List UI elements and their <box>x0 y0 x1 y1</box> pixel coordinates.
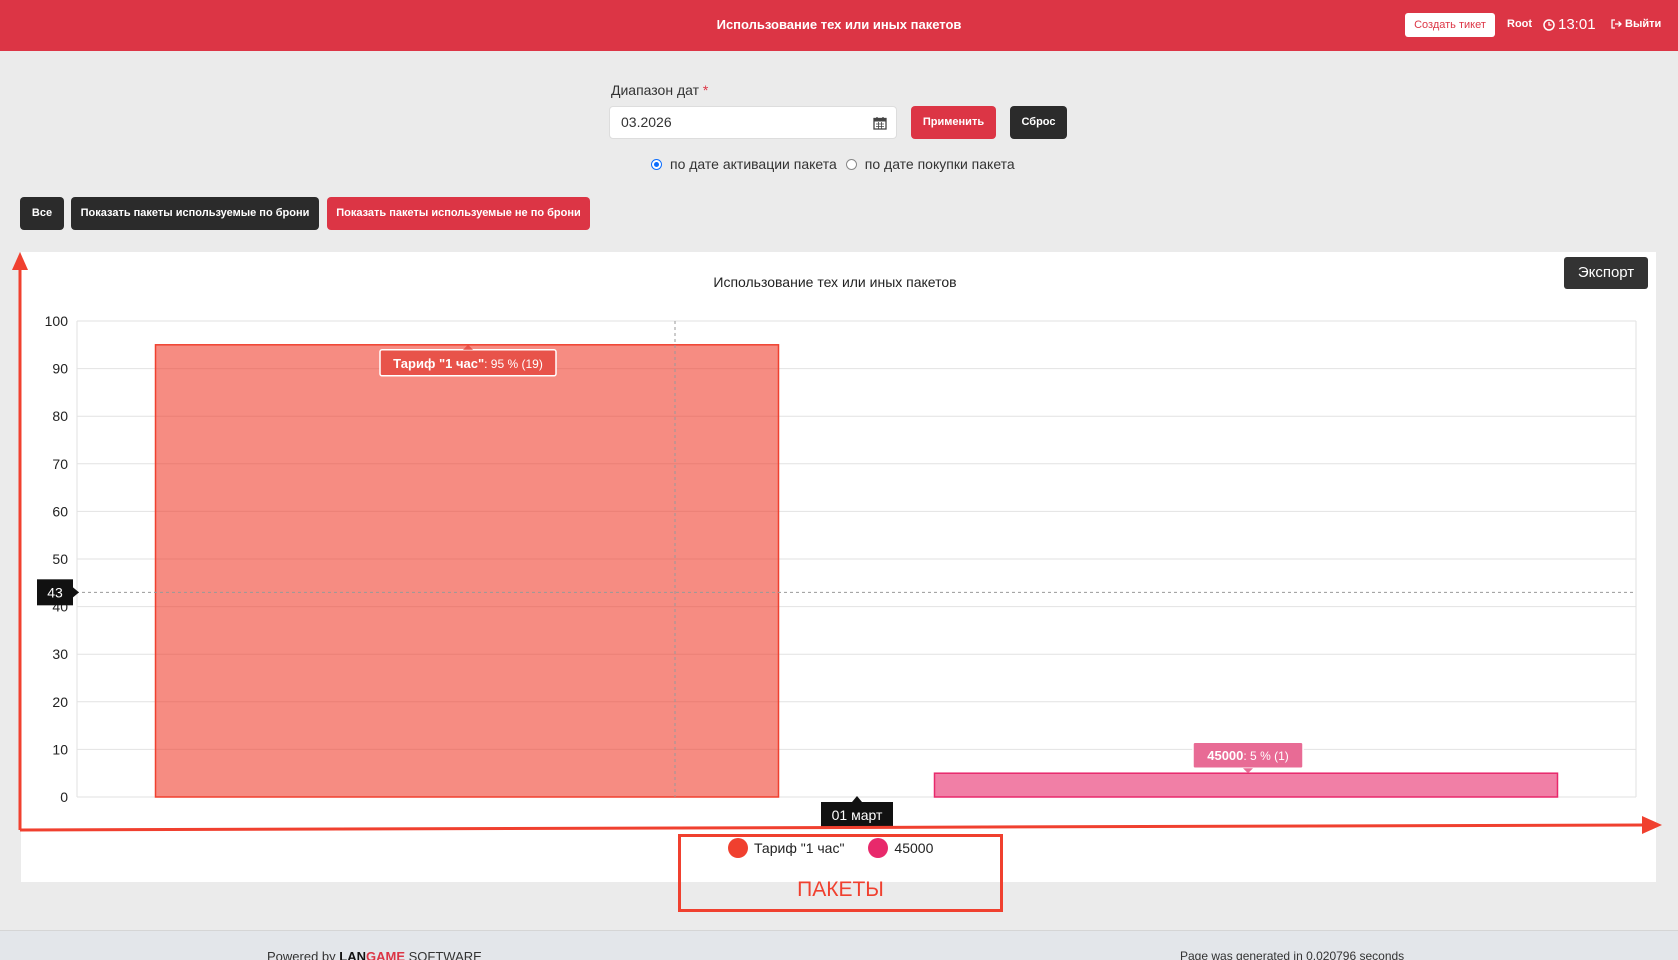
bar-0 <box>154 344 780 798</box>
tooltip-text-1: 45000: 5 % (1) <box>1207 748 1289 763</box>
y-tick-label: 60 <box>52 503 68 519</box>
crosshair-y-label-arrow <box>73 587 79 598</box>
tooltip-pointer-1 <box>1243 768 1253 774</box>
powered-prefix: Powered by <box>267 949 336 960</box>
brand-part-c: SOFTWARE <box>405 949 482 960</box>
powered-by: Powered by LANGAME SOFTWARE <box>267 949 482 960</box>
tooltip-series-value: : 95 % (19) <box>484 357 543 371</box>
crosshair-y-label: 43 <box>47 584 63 600</box>
chart-title: Использование тех или иных пакетов <box>713 274 956 290</box>
footer: Powered by LANGAME SOFTWARE Page was gen… <box>0 930 1678 960</box>
y-tick-label: 10 <box>52 741 68 757</box>
tooltip-series-name: Тариф "1 час" <box>393 356 484 371</box>
y-tick-label: 100 <box>45 313 69 329</box>
annotation-y-axis-arrowhead <box>12 252 28 270</box>
annotation-label: ПАКЕТЫ <box>797 878 884 901</box>
y-tick-label: 50 <box>52 551 68 567</box>
tooltip-series-value: : 5 % (1) <box>1243 749 1288 763</box>
y-tick-label: 70 <box>52 456 68 472</box>
tooltip-series-name: 45000 <box>1207 748 1243 763</box>
y-tick-label: 90 <box>52 361 68 377</box>
tooltip-text-0: Тариф "1 час": 95 % (19) <box>393 356 543 371</box>
y-tick-label: 30 <box>52 646 68 662</box>
y-tick-label: 20 <box>52 694 68 710</box>
x-category-label: 01 март <box>832 807 883 823</box>
brand-part-a: LAN <box>339 949 366 960</box>
y-tick-label: 80 <box>52 408 68 424</box>
bar-1 <box>933 772 1559 798</box>
annotation-x-axis-arrowhead <box>1642 816 1662 834</box>
brand-part-b: GAME <box>366 949 405 960</box>
usage-chart: Использование тех или иных пакетов 0 10 20 3… <box>12 252 1662 834</box>
y-tick-label: 0 <box>60 789 68 805</box>
generation-time: Page was generated in 0.020796 seconds <box>1180 949 1405 960</box>
